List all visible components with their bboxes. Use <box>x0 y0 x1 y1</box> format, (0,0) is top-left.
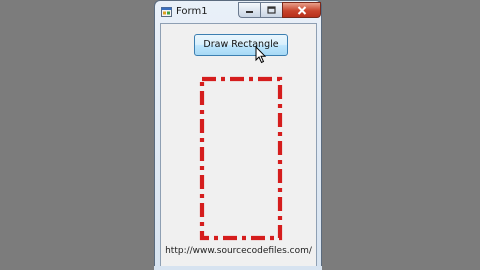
app-window: Form1 Draw Rectangle http://www.sourceco… <box>154 0 322 270</box>
caption-buttons <box>238 2 321 19</box>
form-app-icon <box>161 7 172 17</box>
close-icon <box>297 5 306 15</box>
maximize-button[interactable] <box>260 2 282 18</box>
minimize-button[interactable] <box>238 2 260 18</box>
dash-dot-rectangle <box>199 76 283 241</box>
draw-rectangle-button[interactable]: Draw Rectangle <box>194 34 288 56</box>
close-button[interactable] <box>282 2 321 18</box>
mouse-cursor-icon <box>255 46 267 64</box>
footer-url-label: http://www.sourcecodefiles.com/ <box>165 246 312 256</box>
drawn-rectangle <box>199 76 283 241</box>
title-bar[interactable]: Form1 <box>155 1 321 23</box>
form-client-area: Draw Rectangle http://www.sourcecodefile… <box>160 23 317 267</box>
minimize-icon <box>246 11 253 13</box>
window-title: Form1 <box>176 6 208 17</box>
window-bottom-edge <box>154 266 322 270</box>
maximize-icon <box>267 6 276 14</box>
